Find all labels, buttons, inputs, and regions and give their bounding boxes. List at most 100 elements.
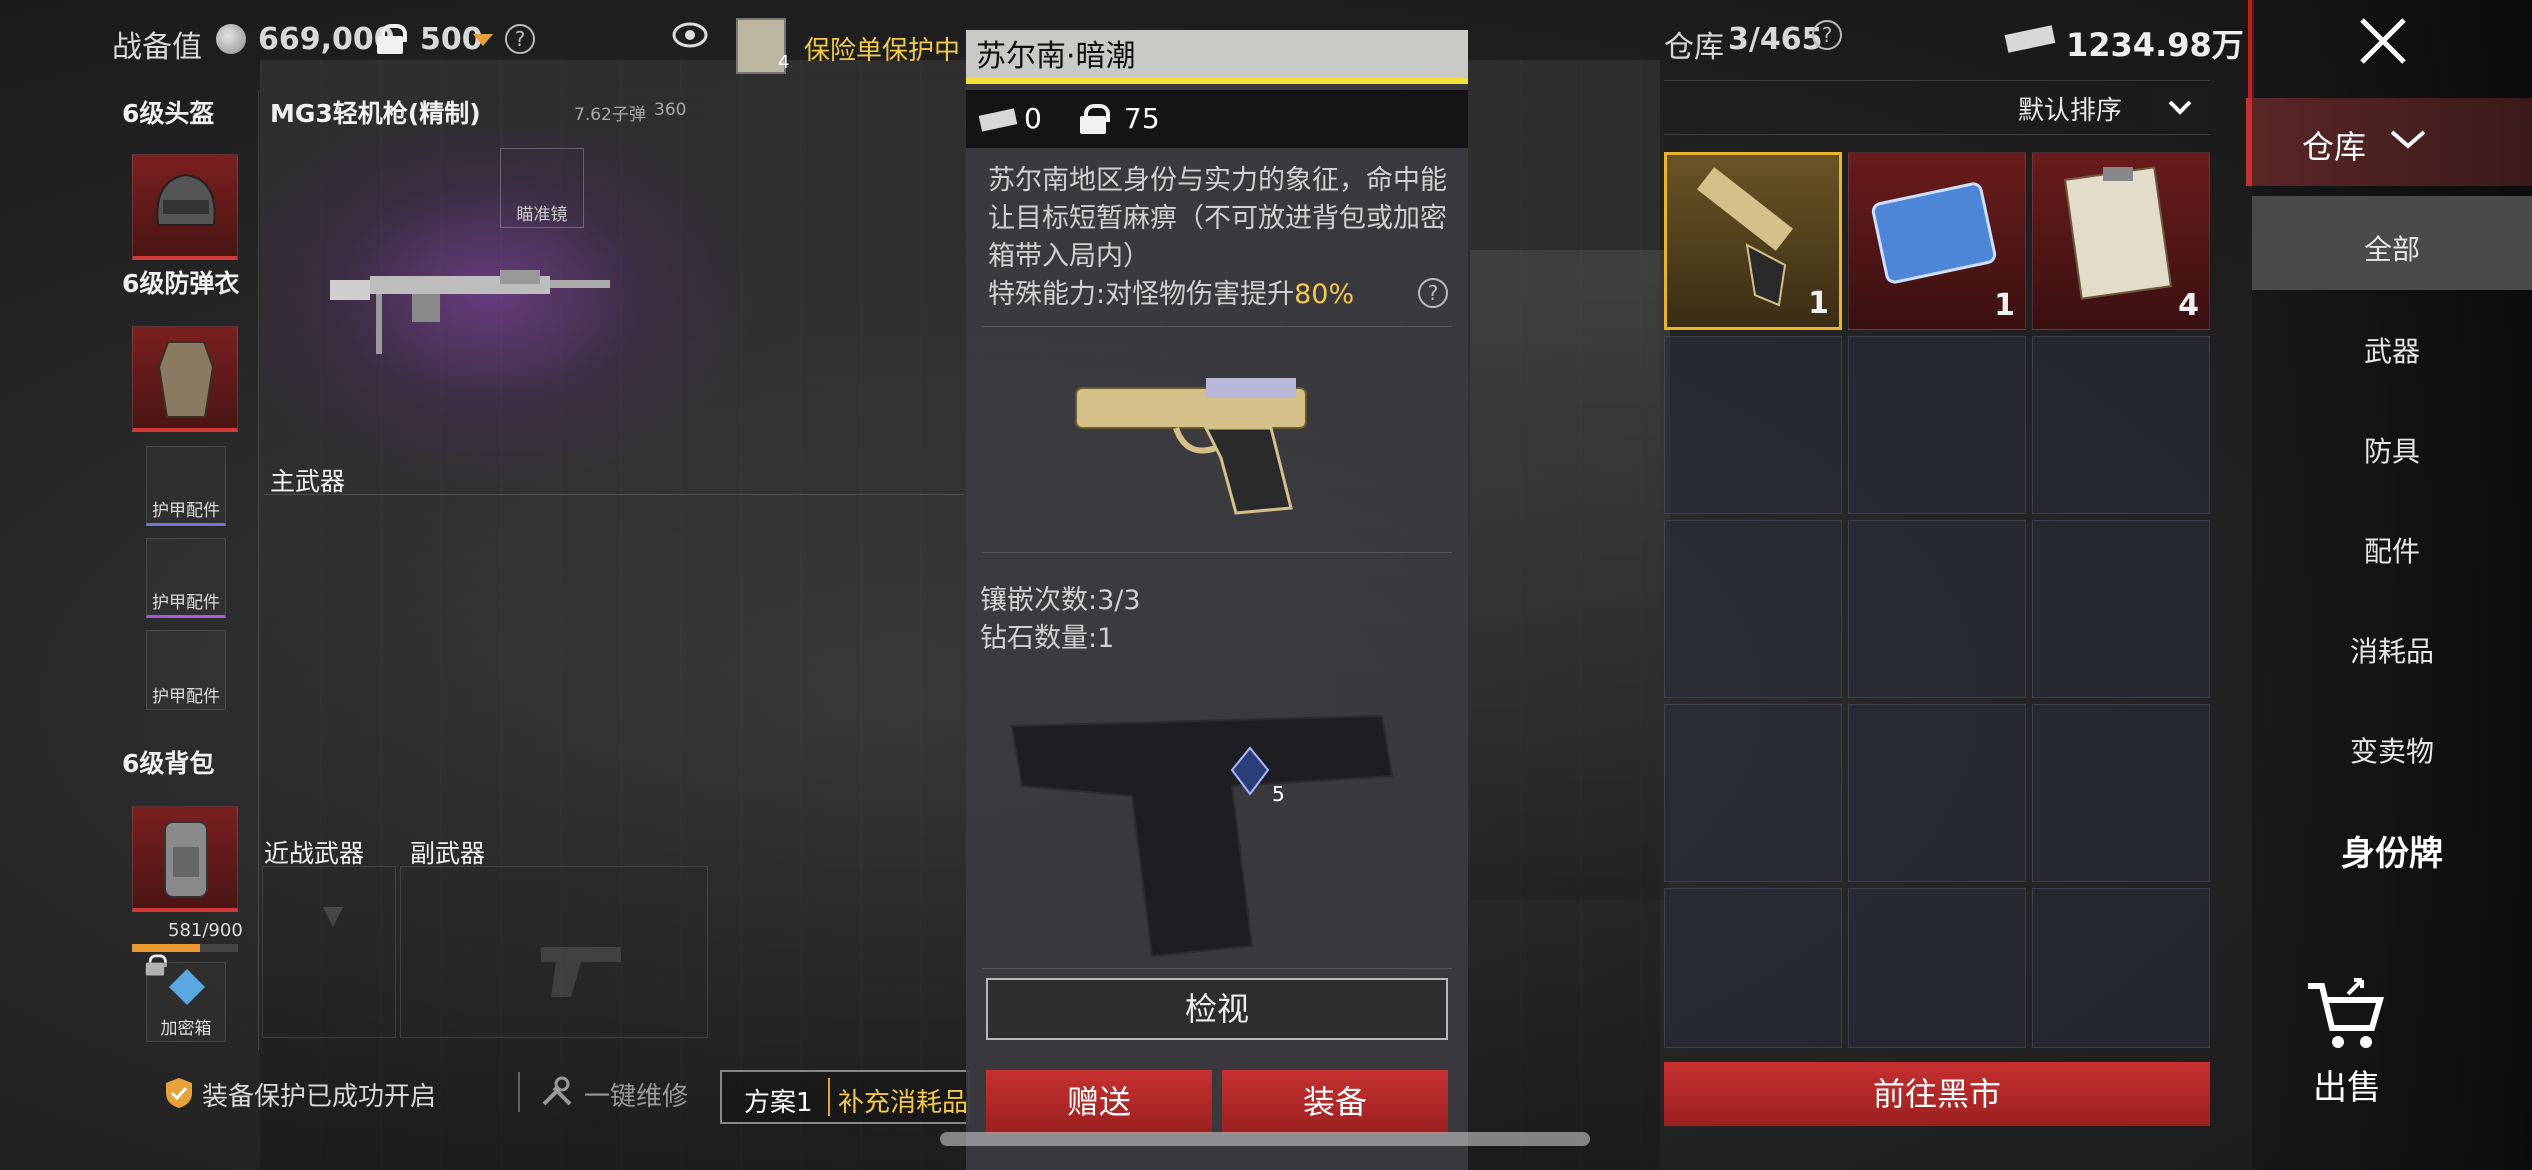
ability-value: 80% [1294,279,1355,310]
armor-part-slot-3[interactable]: 护甲配件 [146,630,226,710]
dropdown-arrow-icon[interactable] [473,34,493,46]
warehouse-cell[interactable] [1664,336,1842,514]
sidebar-item-sellables[interactable]: 变卖物 [2252,730,2532,770]
armor-part-label: 护甲配件 [152,687,220,707]
scope-slot[interactable]: 瞄准镜 [500,148,584,228]
divider [982,552,1452,553]
help-icon[interactable]: ? [1418,278,1448,308]
plan-selector[interactable]: 方案1 补充消耗品 [720,1070,970,1124]
warehouse-cell[interactable] [1664,520,1842,698]
melee-slot[interactable] [262,866,396,1038]
repair-button[interactable]: 一键维修 [584,1076,688,1113]
warehouse-cell[interactable] [2032,520,2210,698]
description-text: 苏尔南地区身份与实力的象征，命中能让目标短暂麻痹（不可放进背包或加密箱带入局内） [988,165,1447,272]
divider [258,90,259,1050]
item-count: 1 [1994,288,2015,323]
diamond-gem-icon[interactable] [1228,746,1272,798]
warehouse-cell[interactable] [2032,336,2210,514]
divider [264,494,964,495]
armor-part-slot-1[interactable]: 护甲配件 [146,446,226,526]
warehouse-cell[interactable] [1848,336,2026,514]
warehouse-cell[interactable]: 1 [1664,152,1842,330]
golden-pistol-icon [1075,378,1307,515]
close-icon[interactable] [2356,14,2410,68]
tab-warehouse[interactable]: 仓库 [2246,98,2532,186]
insurance-count: 4 [778,52,790,73]
primary-weapon-name: MG3轻机枪(精制) [270,99,481,128]
tab-warehouse-label: 仓库 [2302,128,2367,166]
item-count: 1 [1808,286,1829,321]
divider [1664,134,2210,135]
secure-box-slot[interactable]: 加密箱 [146,962,226,1042]
warehouse-cell[interactable]: 4 [2032,152,2210,330]
divider [982,326,1452,327]
money-icon [978,108,1018,132]
eye-icon[interactable] [672,20,708,50]
warehouse-cell[interactable] [1848,520,2026,698]
inspect-button[interactable]: 检视 [986,978,1448,1040]
helmet-slot[interactable] [132,154,238,260]
supply-button[interactable]: 补充消耗品 [838,1082,966,1119]
secondary-slot[interactable] [400,866,708,1038]
secure-box-label: 加密箱 [160,1019,212,1039]
combat-value-label: 战备值 [112,30,202,65]
money-stack-icon [2004,25,2056,53]
backpack-slot[interactable] [132,806,238,912]
coin-icon [216,24,246,54]
backpack-capacity-bar [132,944,238,952]
item-description: 苏尔南地区身份与实力的象征，命中能让目标短暂麻痹（不可放进背包或加密箱带入局内）… [988,162,1458,314]
sort-label[interactable]: 默认排序 [2018,90,2122,127]
sidebar-item-attachments[interactable]: 配件 [2252,530,2532,570]
backpack-icon [164,821,208,898]
melee-label: 近战武器 [264,839,365,868]
item-title: 苏尔南·暗潮 [966,30,1468,84]
pistol-silhouette [1010,714,1394,958]
primary-ammo-count: 360 [654,100,687,120]
warehouse-cell[interactable]: 1 [1848,152,2026,330]
warehouse-cell[interactable] [1664,704,1842,882]
equip-button[interactable]: 装备 [1222,1070,1448,1134]
sidebar-item-all-label: 全部 [2363,233,2420,266]
warehouse-label: 仓库 [1664,30,1724,65]
warehouse-cell[interactable] [1848,704,2026,882]
sell-button[interactable]: 出售 [2252,1060,2442,1109]
armor-part-label: 护甲配件 [152,501,220,521]
sidebar-item-armor[interactable]: 防具 [2252,430,2532,470]
help-icon[interactable]: ? [1812,20,1842,50]
warehouse-cell[interactable] [1664,888,1842,1048]
ability-prefix: 特殊能力:对怪物伤害提升 [988,279,1295,310]
diamond-count: 钻石数量:1 [980,623,1115,654]
help-icon[interactable]: ? [505,24,535,54]
home-indicator [940,1132,1590,1146]
item-count: 4 [2178,288,2199,323]
sort-dropdown[interactable] [2152,88,2208,128]
scope-label: 瞄准镜 [516,205,568,225]
lock-icon [375,24,407,54]
warehouse-cell[interactable] [2032,888,2210,1048]
warehouse-capacity: 3/465 [1728,22,1823,57]
chevron-down-icon [2168,100,2192,115]
sidebar-item-id-tags[interactable]: 身份牌 [2252,826,2532,875]
secure-box-icon [169,969,205,1005]
sidebar-item-consumables[interactable]: 消耗品 [2252,630,2532,670]
gem-count: 5 [1272,782,1285,806]
armor-slot[interactable] [132,326,238,432]
divider [982,968,1452,969]
inlay-count: 镶嵌次数:3/3 [980,585,1141,616]
sidebar-item-weapons[interactable]: 武器 [2252,330,2532,370]
armor-part-label: 护甲配件 [152,593,220,613]
armor-part-slot-2[interactable]: 护甲配件 [146,538,226,618]
helmet-label: 6级头盔 [122,99,215,128]
gift-button[interactable]: 赠送 [986,1070,1212,1134]
pistol-placeholder-icon [541,947,621,997]
backpack-capacity: 581/900 [168,920,243,941]
machine-gun-icon [330,270,610,354]
repair-tools-icon[interactable] [540,1074,574,1108]
warehouse-cell[interactable] [2032,704,2210,882]
cart-icon[interactable] [2300,976,2390,1056]
warehouse-cell[interactable] [1848,888,2026,1048]
black-market-button[interactable]: 前往黑市 [1664,1062,2210,1126]
item-price: 0 [1024,102,1042,135]
plan-divider [828,1078,830,1116]
money-amount: 1234.98万 [2066,26,2244,64]
